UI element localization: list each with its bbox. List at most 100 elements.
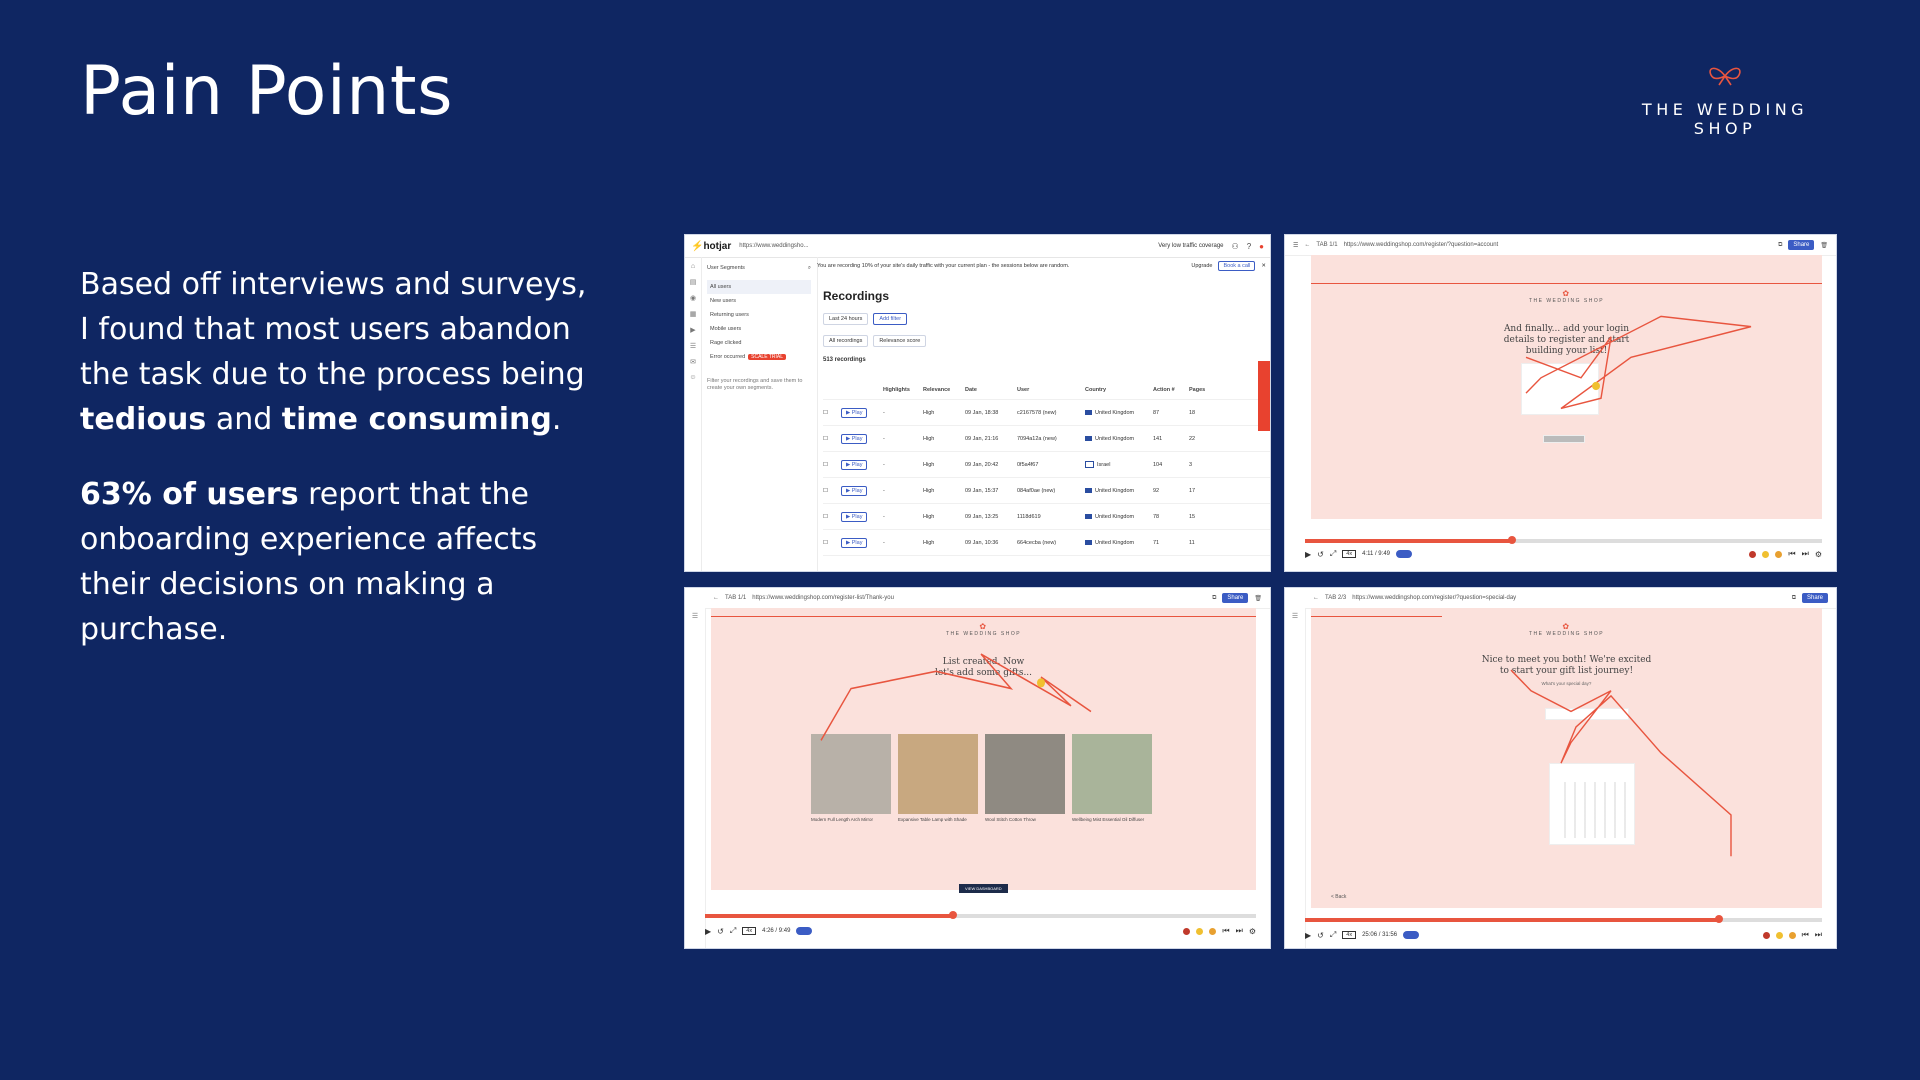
table-row[interactable]: ☐ ▶ Play - High 09 Jan, 21:16 7094a12a (… (823, 426, 1270, 452)
recording-type-select[interactable]: All recordings (823, 335, 869, 347)
recordings-icon[interactable]: ▶ (690, 326, 695, 334)
segment-new-users[interactable]: New users (707, 294, 811, 308)
help-icon[interactable]: ? (1247, 242, 1251, 251)
rage-click-icon[interactable] (1183, 927, 1191, 935)
user-add-icon[interactable]: ⚇ (1232, 242, 1239, 251)
back-arrow-icon[interactable]: ← (1304, 242, 1310, 248)
close-icon[interactable]: ✕ (1261, 263, 1266, 269)
warning-icon[interactable] (1762, 550, 1770, 558)
settings-icon[interactable]: ⚙ (1249, 927, 1256, 936)
add-filter-button[interactable]: Add filter (873, 313, 908, 325)
back-arrow-icon[interactable]: ← (713, 595, 719, 601)
site-selector[interactable]: https://www.weddingsho... (739, 243, 808, 249)
survey-icon[interactable]: ☰ (690, 342, 696, 350)
playback-timeline[interactable] (1305, 915, 1822, 923)
emoji-icon[interactable] (1209, 927, 1217, 935)
table-row[interactable]: ☐ ▶ Play - High 09 Jan, 15:37 084af0ae (… (823, 478, 1270, 504)
emoji-icon[interactable] (1788, 931, 1796, 939)
segment-rage-clicked[interactable]: Rage clicked (707, 336, 811, 350)
menu-icon[interactable]: ☰ (1293, 242, 1298, 249)
fullscreen-icon[interactable]: ⤢ (1330, 549, 1336, 559)
table-row[interactable]: ☐ ▶ Play - High 09 Jan, 13:25 1118d619 U… (823, 504, 1270, 530)
speed-button[interactable]: 4x (1342, 550, 1357, 558)
col-user[interactable]: User (1017, 387, 1085, 393)
feedback-icon[interactable]: ✉ (690, 358, 696, 366)
fullscreen-icon[interactable]: ⤢ (730, 926, 736, 936)
row-checkbox[interactable]: ☐ (823, 488, 841, 494)
rage-click-icon[interactable] (1762, 931, 1770, 939)
share-button[interactable]: Share (1788, 240, 1815, 250)
next-icon[interactable]: ⏭ (1815, 930, 1822, 940)
fullscreen-icon[interactable]: ⤢ (1330, 930, 1336, 940)
segment-all-users[interactable]: All users (707, 280, 811, 294)
rage-click-icon[interactable] (1749, 550, 1757, 558)
emoji-icon[interactable] (1775, 550, 1783, 558)
heatmap-icon[interactable]: ▦ (690, 310, 697, 318)
trash-icon[interactable]: 🗑 (1254, 595, 1262, 602)
play-icon[interactable]: ▶ (705, 927, 711, 936)
share-button[interactable]: Share (1801, 593, 1828, 603)
product-card[interactable]: Wellbeing Mist Essential Oil Diffuser (1072, 734, 1152, 823)
sort-select[interactable]: Relevance score (873, 335, 927, 347)
row-checkbox[interactable]: ☐ (823, 540, 841, 546)
prev-icon[interactable]: ⏮ (1222, 926, 1229, 936)
book-call-button[interactable]: Book a call (1218, 261, 1256, 271)
speed-button[interactable]: 4x (1342, 931, 1357, 939)
warning-icon[interactable] (1196, 927, 1204, 935)
playback-timeline[interactable] (705, 911, 1256, 919)
date-range-filter[interactable]: Last 24 hours (823, 313, 869, 325)
avatar[interactable]: ● (1259, 242, 1264, 251)
dashboard-icon[interactable]: ▤ (690, 278, 697, 286)
skip-back-icon[interactable]: ↺ (1317, 931, 1324, 940)
product-card[interactable]: Wool Stitch Cotton Throw (985, 734, 1065, 823)
view-dashboard-button[interactable]: VIEW DASHBOARD (959, 884, 1008, 893)
col-date[interactable]: Date (965, 387, 1017, 393)
skip-inactivity-toggle[interactable] (796, 927, 813, 935)
segment-error-occurred[interactable]: Error occurred SCALE TRIAL (707, 350, 811, 364)
row-checkbox[interactable]: ☐ (823, 436, 841, 442)
segment-mobile-users[interactable]: Mobile users (707, 322, 811, 336)
timeline-knob[interactable] (1714, 915, 1723, 923)
search-icon[interactable]: ⌕ (808, 265, 811, 272)
timeline-knob[interactable] (948, 911, 957, 919)
play-button[interactable]: ▶ Play (841, 459, 868, 470)
users-icon[interactable]: ☺ (689, 374, 696, 381)
table-row[interactable]: ☐ ▶ Play - High 09 Jan, 18:38 c2167578 (… (823, 400, 1270, 426)
prev-icon[interactable]: ⏮ (1802, 930, 1809, 940)
play-button[interactable]: ▶ Play (841, 537, 868, 548)
product-card[interactable]: Expansive Table Lamp with Shade (898, 734, 978, 823)
skip-inactivity-toggle[interactable] (1396, 550, 1412, 558)
skip-back-icon[interactable]: ↺ (717, 927, 724, 936)
trash-icon[interactable]: 🗑 (1820, 242, 1828, 249)
back-arrow-icon[interactable]: ← (1313, 595, 1319, 601)
copy-icon[interactable]: ⧉ (1778, 242, 1782, 249)
col-relevance[interactable]: Relevance (923, 387, 965, 393)
row-checkbox[interactable]: ☐ (823, 514, 841, 520)
segment-returning-users[interactable]: Returning users (707, 308, 811, 322)
copy-icon[interactable]: ⧉ (1212, 595, 1216, 602)
play-icon[interactable]: ▶ (1305, 931, 1311, 940)
next-icon[interactable]: ⏭ (1236, 926, 1243, 936)
skip-back-icon[interactable]: ↺ (1317, 550, 1324, 559)
play-icon[interactable]: ▶ (1305, 550, 1311, 559)
settings-icon[interactable]: ⚙ (1815, 550, 1822, 559)
share-button[interactable]: Share (1222, 593, 1249, 603)
col-actions[interactable]: Action # (1153, 387, 1189, 393)
feedback-tab[interactable] (1258, 361, 1270, 431)
coverage-dropdown[interactable]: Very low traffic coverage (1158, 243, 1223, 249)
warning-icon[interactable] (1775, 931, 1783, 939)
col-country[interactable]: Country (1085, 387, 1153, 393)
play-button[interactable]: ▶ Play (841, 511, 868, 522)
pin-icon[interactable]: ◉ (690, 294, 696, 302)
speed-button[interactable]: 4x (742, 927, 757, 935)
product-card[interactable]: Modern Full Length Arch Mirror (811, 734, 891, 823)
prev-icon[interactable]: ⏮ (1788, 549, 1795, 559)
row-checkbox[interactable]: ☐ (823, 462, 841, 468)
upgrade-link[interactable]: Upgrade (1191, 263, 1212, 269)
col-pages[interactable]: Pages (1189, 387, 1213, 393)
copy-icon[interactable]: ⧉ (1792, 595, 1796, 602)
play-button[interactable]: ▶ Play (841, 485, 868, 496)
table-row[interactable]: ☐ ▶ Play - High 09 Jan, 20:42 0f5a4f67 I… (823, 452, 1270, 478)
skip-inactivity-toggle[interactable] (1403, 931, 1420, 939)
home-icon[interactable]: ⌂ (691, 263, 695, 270)
